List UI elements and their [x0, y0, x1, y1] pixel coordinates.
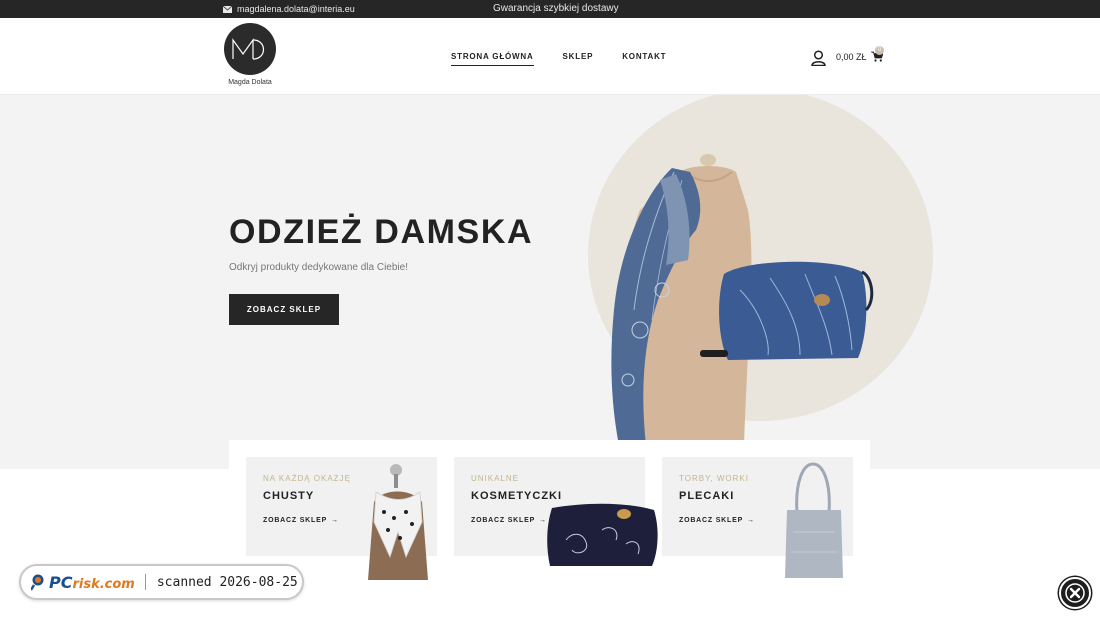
hero-subtitle: Odkryj produkty dedykowane dla Ciebie!: [229, 262, 408, 273]
category-link[interactable]: ZOBACZ SKLEP →: [263, 517, 339, 524]
cart-count-badge: 0: [875, 46, 884, 55]
hero-title: ODZIEŻ DAMSKA: [229, 213, 534, 251]
nav-shop[interactable]: SKLEP: [563, 52, 594, 66]
hero-shop-button[interactable]: ZOBACZ SKLEP: [229, 294, 339, 325]
top-bar: magdalena.dolata@interia.eu Gwarancja sz…: [0, 0, 1100, 18]
category-name: CHUSTY: [263, 490, 315, 502]
nav-home[interactable]: STRONA GŁÓWNA: [451, 52, 534, 66]
cosmetic-bag-product-image: [547, 503, 658, 566]
logo[interactable]: Magda Dolata: [223, 23, 277, 86]
category-section: NA KAŻDĄ OKAZJĘ CHUSTY ZOBACZ SKLEP → UN…: [229, 440, 870, 619]
logo-mark: [224, 23, 276, 75]
category-link-label: ZOBACZ SKLEP: [679, 517, 744, 524]
contact-email[interactable]: magdalena.dolata@interia.eu: [223, 4, 355, 14]
main-nav: STRONA GŁÓWNA SKLEP KONTAKT: [451, 52, 666, 66]
divider: [144, 574, 146, 590]
magnifier-icon: [31, 574, 44, 591]
pcrisk-logo-risk: risk.com: [72, 576, 135, 592]
scan-date-text: scanned 2026-08-25: [156, 574, 298, 590]
arrow-right-icon: →: [331, 517, 339, 524]
promo-text: Gwarancja szybkiej dostawy: [493, 3, 619, 14]
hero-section: ODZIEŻ DAMSKA Odkryj produkty dedykowane…: [0, 95, 1100, 469]
category-link-label: ZOBACZ SKLEP: [471, 517, 536, 524]
category-link-label: ZOBACZ SKLEP: [263, 517, 328, 524]
site-header: Magda Dolata STRONA GŁÓWNA SKLEP KONTAKT…: [0, 18, 1100, 95]
close-icon: [1065, 583, 1085, 603]
category-tag: TORBY, WORKI: [679, 474, 749, 483]
category-tag: NA KAŻDĄ OKAZJĘ: [263, 474, 351, 483]
contact-email-text: magdalena.dolata@interia.eu: [237, 4, 355, 14]
pcrisk-logo: PCrisk.com: [31, 573, 135, 592]
scarf-product-image: [368, 464, 428, 580]
pcrisk-watermark: PCrisk.com scanned 2026-08-25: [19, 564, 304, 600]
hero-product-image: [611, 154, 874, 445]
cart-total: 0,00 ZŁ: [836, 51, 867, 62]
category-link[interactable]: ZOBACZ SKLEP →: [471, 517, 547, 524]
category-name: PLECAKI: [679, 490, 735, 502]
pcrisk-logo-pc: PC: [49, 572, 73, 592]
nav-contact[interactable]: KONTAKT: [622, 52, 666, 66]
envelope-icon: [223, 5, 232, 13]
user-icon[interactable]: [811, 50, 826, 66]
tote-bag-product-image: [785, 462, 843, 578]
arrow-right-icon: →: [747, 517, 755, 524]
category-link[interactable]: ZOBACZ SKLEP →: [679, 517, 755, 524]
close-button[interactable]: [1059, 577, 1091, 609]
logo-name: Magda Dolata: [228, 79, 272, 86]
category-tag: UNIKALNE: [471, 474, 520, 483]
